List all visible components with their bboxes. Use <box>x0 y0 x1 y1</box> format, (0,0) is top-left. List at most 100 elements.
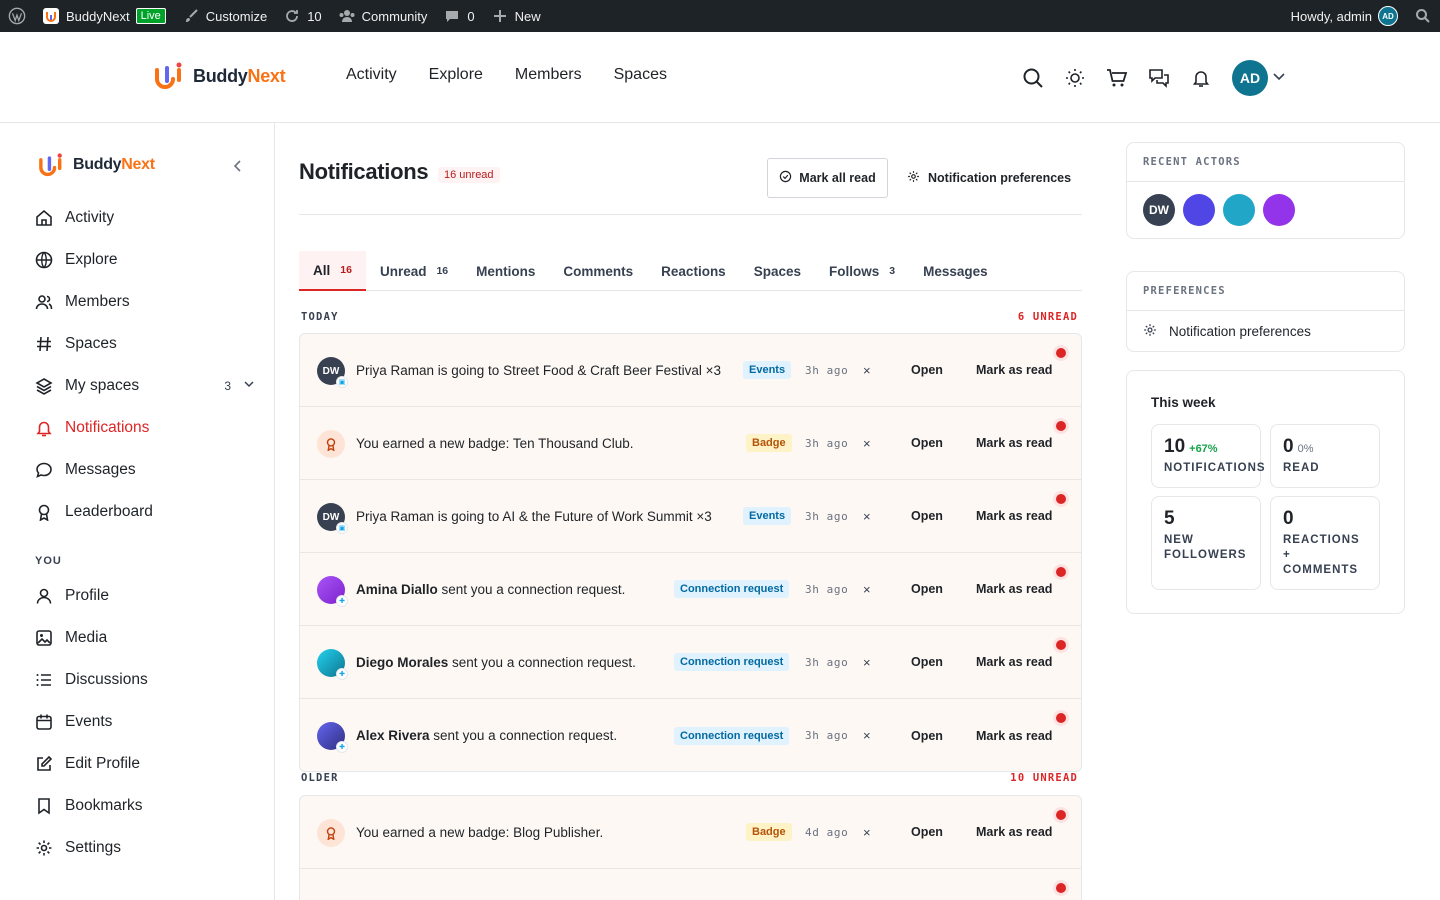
sidebar-item-spaces[interactable]: Spaces <box>35 323 255 365</box>
unread-dot <box>1056 421 1066 431</box>
wordpress-menu[interactable] <box>0 0 34 32</box>
notification-avatar[interactable]: ✚ <box>317 649 348 680</box>
open-button[interactable]: Open <box>911 509 943 523</box>
site-name-link[interactable]: BuddyNext Live <box>34 0 174 32</box>
actor-name[interactable]: Diego Morales <box>356 655 448 670</box>
actor-name[interactable]: Alex Rivera <box>356 728 430 743</box>
sidebar-logo[interactable]: BuddyNext <box>37 153 155 177</box>
dismiss-button[interactable]: × <box>863 363 871 378</box>
mark-as-read-button[interactable]: Mark as read <box>976 436 1052 450</box>
notification-row[interactable]: ✚ Amina Diallo sent you a connection requ… <box>300 553 1081 626</box>
open-button[interactable]: Open <box>911 825 943 839</box>
new-content-link[interactable]: New <box>483 0 549 32</box>
notification-row[interactable]: DW ▣ Priya Raman is going to Street Food &… <box>300 334 1081 407</box>
mark-as-read-button[interactable]: Mark as read <box>976 582 1052 596</box>
menu-members[interactable]: Members <box>515 66 582 84</box>
sidebar-item-bookmarks[interactable]: Bookmarks <box>35 785 255 827</box>
sidebar-item-explore[interactable]: Explore <box>35 239 255 281</box>
menu-spaces[interactable]: Spaces <box>614 66 667 84</box>
notification-text[interactable]: Alex Rivera sent you a connection reques… <box>356 728 617 743</box>
tab-mentions[interactable]: Mentions <box>462 251 549 291</box>
notification-avatar[interactable] <box>317 430 345 458</box>
comments-link[interactable]: 0 <box>435 0 482 32</box>
notification-preferences-link[interactable]: Notification preferences <box>1127 311 1404 351</box>
sidebar-item-members[interactable]: Members <box>35 281 255 323</box>
tab-reactions[interactable]: Reactions <box>647 251 740 291</box>
sidebar-item-my-spaces[interactable]: My spaces 3 <box>35 365 255 407</box>
tab-unread[interactable]: Unread 16 <box>366 251 462 291</box>
sidebar-item-profile[interactable]: Profile <box>35 575 255 617</box>
dismiss-button[interactable]: × <box>863 509 871 524</box>
customize-link[interactable]: Customize <box>174 0 275 32</box>
mark-as-read-button[interactable]: Mark as read <box>976 825 1052 839</box>
sidebar-item-settings[interactable]: Settings <box>35 827 255 869</box>
admin-search[interactable] <box>1406 0 1440 32</box>
notification-text[interactable]: You earned a new badge: Ten Thousand Clu… <box>356 436 633 451</box>
dismiss-button[interactable]: × <box>863 436 871 451</box>
notification-avatar[interactable]: DW ▣ <box>317 357 348 388</box>
menu-activity[interactable]: Activity <box>346 66 397 84</box>
mark-as-read-button[interactable]: Mark as read <box>976 363 1052 377</box>
actor-avatar[interactable] <box>1263 194 1295 226</box>
notification-row[interactable]: DW ▣ Priya Raman is going to AI & the Futu… <box>300 480 1081 553</box>
dismiss-button[interactable]: × <box>863 728 871 743</box>
open-button[interactable]: Open <box>911 363 943 377</box>
community-link[interactable]: Community <box>330 0 436 32</box>
dismiss-button[interactable]: × <box>863 582 871 597</box>
notification-text[interactable]: Priya Raman is going to Street Food & Cr… <box>356 363 721 378</box>
sidebar-item-notifications[interactable]: Notifications <box>35 407 255 449</box>
notification-row[interactable]: You earned a new badge: Blog Publisher. B… <box>300 796 1081 869</box>
tab-messages[interactable]: Messages <box>909 251 1002 291</box>
notification-row[interactable] <box>300 869 1081 900</box>
notification-row[interactable]: You earned a new badge: Ten Thousand Clu… <box>300 407 1081 480</box>
actor-avatar[interactable]: DW <box>1143 194 1175 226</box>
open-button[interactable]: Open <box>911 436 943 450</box>
mark-all-read-button[interactable]: Mark all read <box>767 158 888 198</box>
messages-icon[interactable] <box>1148 67 1170 89</box>
user-menu[interactable]: AD <box>1232 60 1286 96</box>
notification-row[interactable]: ✚ Diego Morales sent you a connection req… <box>300 626 1081 699</box>
chevron-left-icon[interactable] <box>230 158 246 174</box>
sidebar-item-media[interactable]: Media <box>35 617 255 659</box>
chevron-down-icon[interactable] <box>243 377 255 395</box>
updates-link[interactable]: 10 <box>275 0 329 32</box>
actor-avatar[interactable] <box>1223 194 1255 226</box>
sidebar-item-activity[interactable]: Activity <box>35 197 255 239</box>
tab-follows[interactable]: Follows 3 <box>815 251 909 291</box>
sidebar-item-leaderboard[interactable]: Leaderboard <box>35 491 255 533</box>
notification-row[interactable]: ✚ Alex Rivera sent you a connection reque… <box>300 699 1081 771</box>
sidebar-item-discussions[interactable]: Discussions <box>35 659 255 701</box>
theme-toggle-icon[interactable] <box>1064 67 1086 89</box>
header-logo[interactable]: BuddyNext <box>153 62 286 90</box>
search-icon[interactable] <box>1022 67 1044 89</box>
sidebar-item-events[interactable]: Events <box>35 701 255 743</box>
notification-avatar[interactable] <box>317 819 345 847</box>
notification-text[interactable]: You earned a new badge: Blog Publisher. <box>356 825 603 840</box>
actor-name[interactable]: Amina Diallo <box>356 582 438 597</box>
my-account-link[interactable]: Howdy, admin AD <box>1283 0 1406 32</box>
dismiss-button[interactable]: × <box>863 825 871 840</box>
sidebar-item-messages[interactable]: Messages <box>35 449 255 491</box>
tab-all[interactable]: All 16 <box>299 251 366 291</box>
notification-avatar[interactable]: DW ▣ <box>317 503 348 534</box>
notification-text[interactable]: Priya Raman is going to AI & the Future … <box>356 509 712 524</box>
sidebar-item-edit-profile[interactable]: Edit Profile <box>35 743 255 785</box>
notification-text[interactable]: Diego Morales sent you a connection requ… <box>356 655 636 670</box>
open-button[interactable]: Open <box>911 729 943 743</box>
notification-preferences-button[interactable]: Notification preferences <box>907 158 1071 198</box>
mark-as-read-button[interactable]: Mark as read <box>976 729 1052 743</box>
mark-as-read-button[interactable]: Mark as read <box>976 655 1052 669</box>
tab-comments[interactable]: Comments <box>549 251 647 291</box>
notification-avatar[interactable]: ✚ <box>317 576 348 607</box>
open-button[interactable]: Open <box>911 582 943 596</box>
menu-explore[interactable]: Explore <box>429 66 483 84</box>
tab-spaces[interactable]: Spaces <box>740 251 815 291</box>
actor-avatar[interactable] <box>1183 194 1215 226</box>
cart-icon[interactable] <box>1106 67 1128 89</box>
mark-as-read-button[interactable]: Mark as read <box>976 509 1052 523</box>
notification-avatar[interactable]: ✚ <box>317 722 348 753</box>
open-button[interactable]: Open <box>911 655 943 669</box>
bell-icon[interactable] <box>1190 67 1212 89</box>
notification-text[interactable]: Amina Diallo sent you a connection reque… <box>356 582 625 597</box>
dismiss-button[interactable]: × <box>863 655 871 670</box>
